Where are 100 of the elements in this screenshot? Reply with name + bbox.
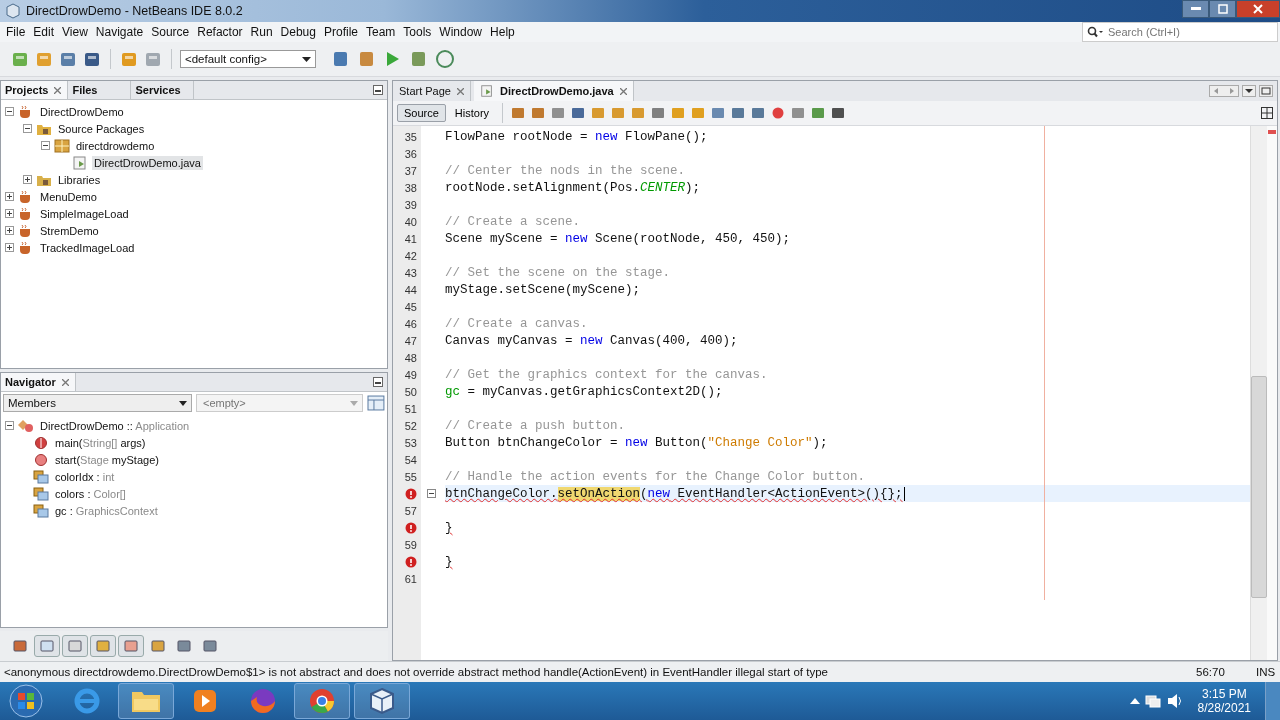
profile-icon[interactable]: [434, 49, 456, 69]
view-mode-tab[interactable]: Source: [397, 104, 446, 122]
tree-item[interactable]: main(String[] args): [53, 435, 148, 450]
maximize-button[interactable]: [1209, 0, 1236, 18]
error-icon[interactable]: [405, 555, 417, 568]
search-field[interactable]: Search (Ctrl+I): [1106, 25, 1270, 39]
class-icon: [18, 418, 34, 433]
menu-item[interactable]: Refactor: [193, 25, 247, 39]
menu-item[interactable]: Debug: [276, 25, 320, 39]
menu-item[interactable]: Profile: [320, 25, 362, 39]
clock-date[interactable]: 8/28/2021: [1197, 701, 1251, 715]
error-icon[interactable]: [405, 487, 417, 500]
tree-item[interactable]: colorIdx : int: [53, 469, 117, 484]
tray-arrow-icon[interactable]: [1129, 697, 1140, 705]
tree-item[interactable]: StremDemo: [38, 223, 101, 238]
maximize-icon[interactable]: [1259, 85, 1273, 97]
tree-item[interactable]: colors : Color[]: [53, 486, 128, 501]
menu-item[interactable]: Run: [246, 25, 277, 39]
cube-icon: [6, 3, 20, 19]
minimize-icon[interactable]: [373, 85, 383, 95]
status-message: <anonymous directdrowdemo.DirectDrowDemo$1> is not abstract and does not override abstract method handle(ActionEvent) in EventHandler illegal start of type: [4, 666, 828, 678]
menu-item[interactable]: Window: [435, 25, 487, 39]
close-icon[interactable]: [54, 86, 62, 94]
method-icon: [33, 452, 49, 467]
folder-icon[interactable]: [118, 683, 174, 719]
menu-item[interactable]: Edit: [29, 25, 59, 39]
expander-icon[interactable]: [23, 175, 32, 184]
start-button[interactable]: [6, 683, 46, 719]
close-icon[interactable]: [61, 378, 69, 386]
panel-tab[interactable]: Navigator: [1, 373, 76, 391]
expander-icon[interactable]: [5, 192, 14, 201]
menu-item[interactable]: Tools: [399, 25, 436, 39]
close-icon[interactable]: [619, 87, 627, 95]
expander-icon[interactable]: [5, 107, 14, 116]
tree-item[interactable]: Source Packages: [56, 121, 147, 136]
line-number: 38: [404, 181, 417, 194]
panel-tab[interactable]: Files: [68, 81, 132, 99]
tree-item[interactable]: directdrowdemo: [74, 138, 157, 153]
chrome-icon[interactable]: [294, 683, 350, 719]
error-icon[interactable]: [405, 521, 417, 534]
tree-item[interactable]: start(Stage myStage): [53, 452, 161, 467]
code-line: btnChangeColor.setOnAction(new EventHandler<ActionEvent>(){};: [445, 486, 905, 501]
line-number: 48: [404, 351, 417, 364]
line-number: 47: [404, 334, 417, 347]
volume-icon[interactable]: [1165, 693, 1184, 709]
fold-icon[interactable]: [426, 489, 436, 498]
menu-item[interactable]: Help: [486, 25, 519, 39]
network-icon[interactable]: [1143, 693, 1162, 709]
editor-tab[interactable]: DirectDrowDemo.java: [474, 81, 634, 101]
panel-layout-icon[interactable]: [367, 394, 385, 412]
search-icon[interactable]: [1087, 26, 1103, 38]
tree-item[interactable]: TrackedImageLoad: [38, 240, 137, 255]
minimize-icon: [1190, 7, 1201, 11]
tree-item[interactable]: DirectDrowDemo.java: [92, 155, 203, 170]
tab-list-icon[interactable]: [1242, 85, 1256, 97]
line-number: 50: [404, 385, 417, 398]
menu-item[interactable]: Team: [362, 25, 400, 39]
panel-tab[interactable]: Projects: [1, 81, 69, 99]
tree-item[interactable]: DirectDrowDemo: [38, 104, 126, 119]
clock-time[interactable]: 3:15 PM: [1201, 687, 1247, 701]
panel-tab[interactable]: Services: [131, 81, 195, 99]
code-line: myStage.setScene(myScene);: [445, 282, 641, 297]
search-box[interactable]: Search (Ctrl+I): [1082, 22, 1278, 42]
expander-icon[interactable]: [5, 243, 14, 252]
code-line: Canvas myCanvas = new Canvas(400, 400);: [445, 333, 738, 348]
view-mode-tab[interactable]: History: [447, 104, 497, 122]
menu-item[interactable]: View: [58, 25, 92, 39]
menu-item[interactable]: Navigate: [91, 25, 148, 39]
maximize-icon: [1217, 4, 1228, 14]
line-number: 46: [404, 317, 417, 330]
code-line: // Get the graphics context for the canvas.: [445, 367, 768, 382]
code-line: FlowPane rootNode = new FlowPane();: [445, 129, 708, 144]
minimize-icon[interactable]: [373, 377, 383, 387]
close-button[interactable]: [1236, 0, 1280, 18]
window-title: DirectDrowDemo - NetBeans IDE 8.0.2: [26, 4, 243, 18]
members-dropdown[interactable]: Members: [3, 394, 192, 412]
minimize-button[interactable]: [1182, 0, 1209, 18]
line-number: 54: [404, 453, 417, 466]
line-number: 49: [404, 368, 417, 381]
cube-icon[interactable]: [354, 683, 410, 719]
expander-icon[interactable]: [23, 124, 32, 133]
tree-item[interactable]: Libraries: [56, 172, 103, 187]
tree-item[interactable]: MenuDemo: [38, 189, 99, 204]
tree-item[interactable]: gc : GraphicsContext: [53, 503, 160, 518]
field-icon: [33, 503, 49, 518]
expander-icon[interactable]: [5, 209, 14, 218]
close-icon[interactable]: [457, 87, 464, 95]
code-line: // Create a push button.: [445, 418, 626, 433]
code-line: // Set the scene on the stage.: [445, 265, 671, 280]
scrollbar[interactable]: [1250, 126, 1267, 660]
line-number: 39: [404, 198, 417, 211]
expander-icon[interactable]: [5, 226, 14, 235]
expander-icon[interactable]: [5, 421, 14, 430]
menu-item[interactable]: File: [2, 25, 30, 39]
tree-item[interactable]: SimpleImageLoad: [38, 206, 131, 221]
menu-item[interactable]: Source: [147, 25, 194, 39]
caret-icon[interactable]: [350, 400, 358, 406]
tree-item[interactable]: DirectDrowDemo :: Application: [38, 418, 192, 433]
config-dropdown[interactable]: <default config>: [180, 50, 316, 68]
expander-icon[interactable]: [41, 141, 50, 150]
